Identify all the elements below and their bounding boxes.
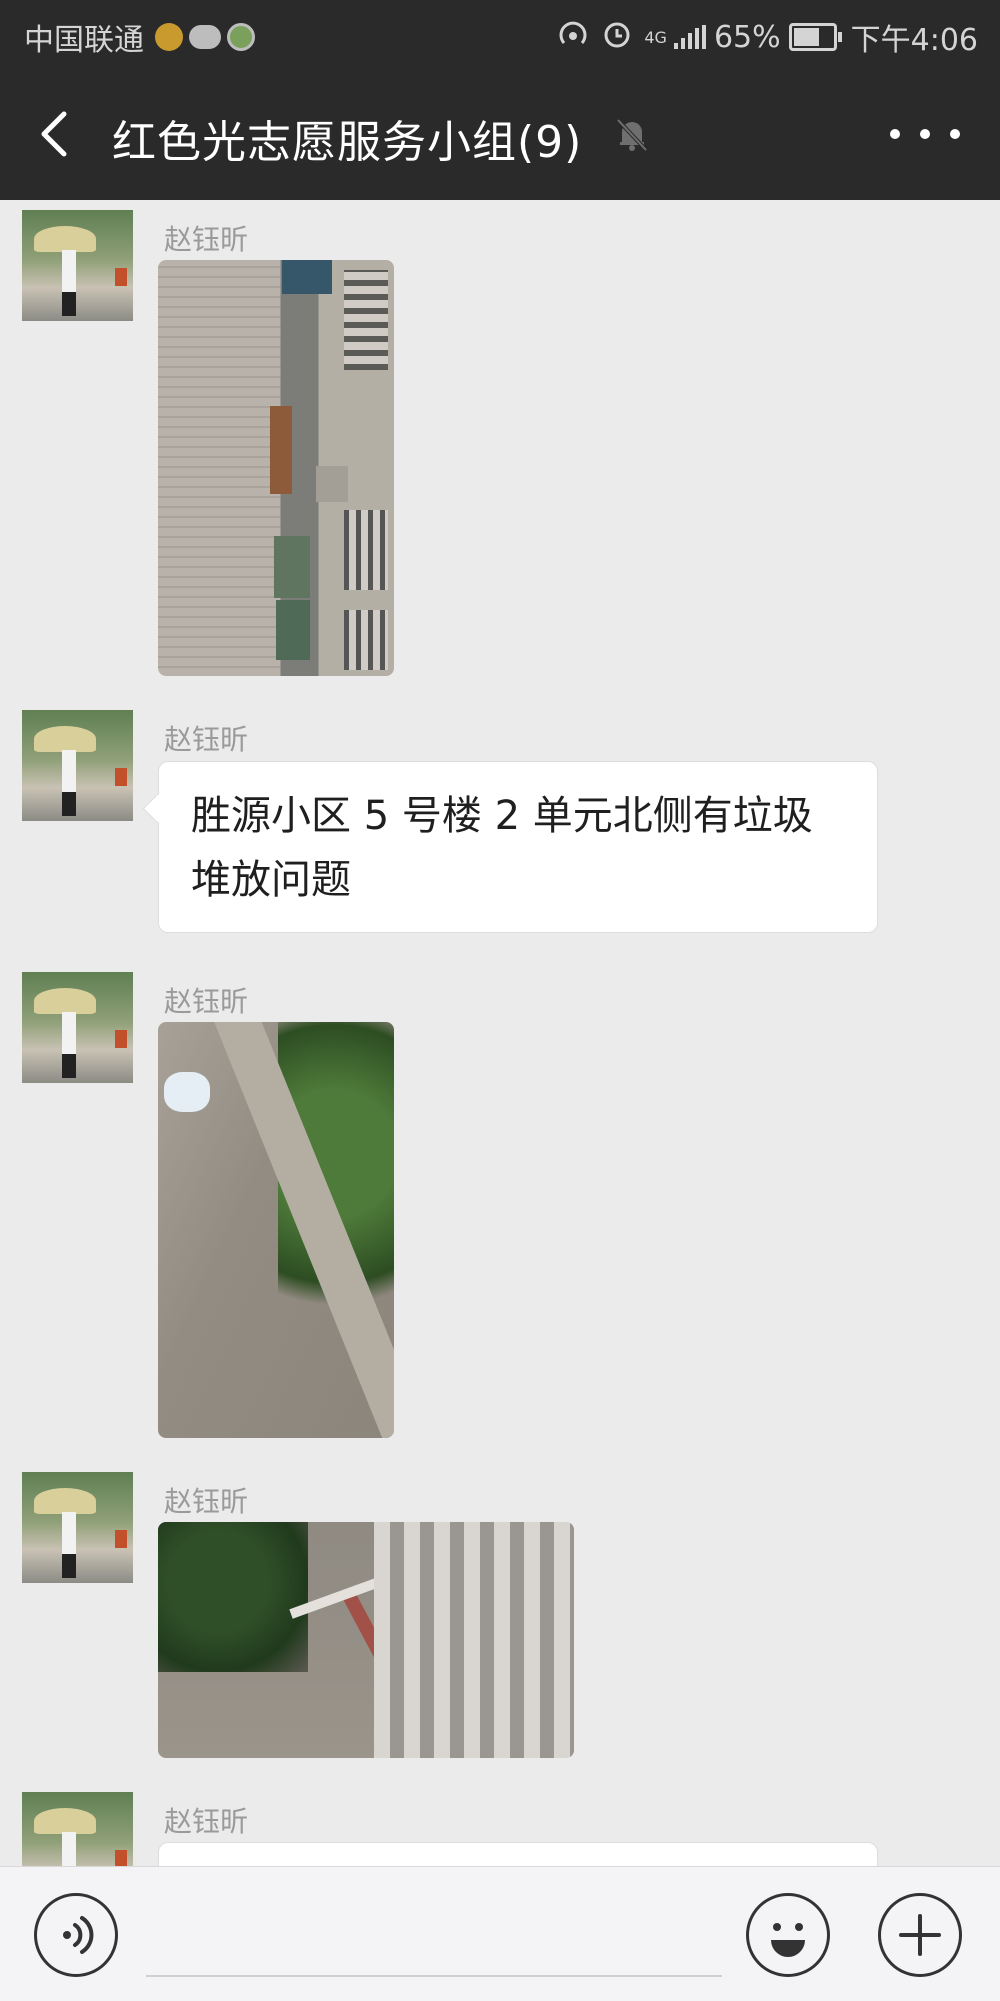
image-message[interactable] bbox=[158, 1022, 394, 1438]
sender-avatar[interactable] bbox=[22, 1472, 133, 1583]
wechat-icon bbox=[189, 25, 221, 49]
image-message[interactable] bbox=[158, 1522, 574, 1758]
emoji-icon bbox=[771, 1923, 805, 1957]
sender-name: 赵钰昕 bbox=[164, 1805, 249, 1838]
back-button[interactable] bbox=[30, 104, 86, 164]
message-input[interactable] bbox=[146, 1975, 722, 1977]
status-left: 中国联通 bbox=[24, 15, 258, 59]
text-message-bubble[interactable]: 胜源小区 5 号楼 2 单元北侧有垃圾堆放问题 bbox=[158, 761, 878, 933]
chat-header: 红色光志愿服务小组(9) bbox=[0, 68, 1000, 200]
plus-icon bbox=[899, 1914, 941, 1956]
sender-name: 赵钰昕 bbox=[164, 723, 249, 756]
carrier-name: 中国联通 bbox=[24, 23, 144, 58]
status-time: 下午4:06 bbox=[850, 23, 978, 58]
more-button[interactable] bbox=[890, 112, 960, 156]
bell-muted-icon bbox=[610, 112, 654, 156]
status-right: 4G 65% 下午4:06 bbox=[556, 15, 978, 59]
image-message[interactable] bbox=[158, 260, 394, 676]
input-bar bbox=[0, 1866, 1000, 2001]
battery-icon bbox=[788, 23, 842, 51]
signal-icon bbox=[671, 25, 706, 49]
sender-avatar[interactable] bbox=[22, 210, 133, 321]
sender-avatar[interactable] bbox=[22, 972, 133, 1083]
alarm-icon bbox=[602, 19, 632, 56]
plus-button[interactable] bbox=[878, 1893, 962, 1977]
app-icon bbox=[227, 23, 255, 51]
hotspot-icon bbox=[556, 19, 590, 56]
mail-icon bbox=[155, 23, 183, 51]
sender-name: 赵钰昕 bbox=[164, 1485, 249, 1518]
emoji-button[interactable] bbox=[746, 1893, 830, 1977]
status-bar: 中国联通 4G 65% 下午4:06 bbox=[0, 0, 1000, 68]
sender-avatar[interactable] bbox=[22, 710, 133, 821]
more-icon bbox=[890, 129, 900, 139]
sender-name: 赵钰昕 bbox=[164, 223, 249, 256]
network-type: 4G bbox=[644, 27, 667, 47]
chevron-left-icon bbox=[41, 111, 67, 157]
chat-title: 红色光志愿服务小组(9) bbox=[112, 117, 583, 168]
battery-percent: 65% bbox=[713, 19, 781, 55]
sender-name: 赵钰昕 bbox=[164, 985, 249, 1018]
message-text: 胜源小区 5 号楼 2 单元北侧有垃圾堆放问题 bbox=[191, 793, 813, 903]
voice-icon bbox=[63, 1916, 94, 1954]
voice-button[interactable] bbox=[34, 1893, 118, 1977]
